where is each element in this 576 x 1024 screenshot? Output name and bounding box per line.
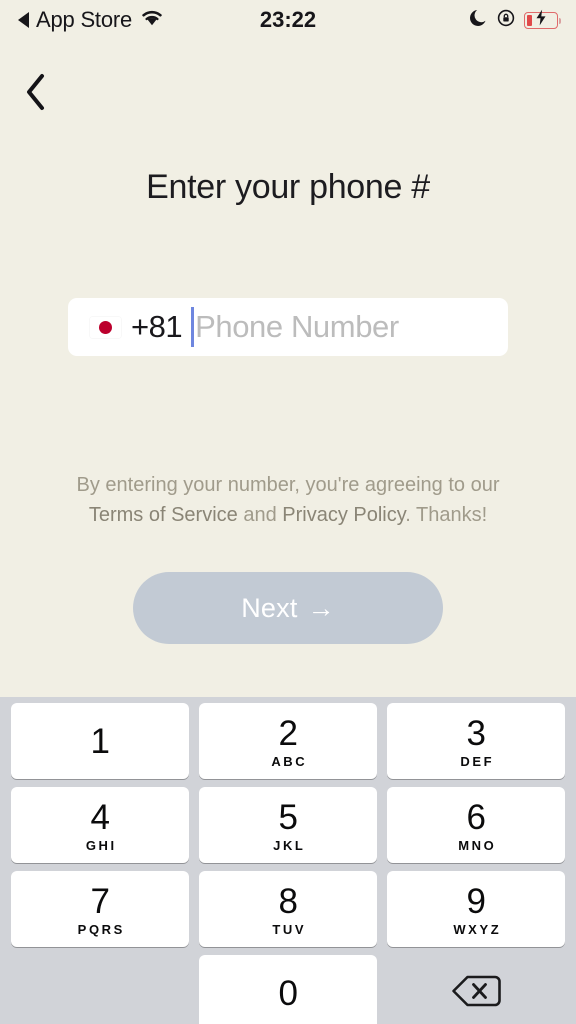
- terms-of-service-link[interactable]: Terms of Service: [89, 504, 238, 526]
- key-digit: 9: [466, 882, 486, 921]
- next-button[interactable]: Next →: [133, 572, 443, 644]
- status-bar-left[interactable]: App Store: [18, 7, 165, 33]
- keypad-key-1[interactable]: 1: [11, 703, 189, 779]
- status-bar: App Store 23:22: [0, 0, 576, 40]
- back-button[interactable]: [8, 68, 64, 120]
- keypad-row: 4 GHI 5 JKL 6 MNO: [6, 787, 570, 863]
- terms-line1: By entering your number, you're agreeing…: [76, 474, 500, 496]
- numeric-keypad: 1 2 ABC 3 DEF 4 GHI 5 JKL 6 MNO 7 PQRS 8…: [0, 697, 576, 1024]
- key-letters: PQRS: [77, 922, 125, 937]
- key-letters: GHI: [85, 838, 117, 853]
- country-dial-code[interactable]: +81: [131, 309, 183, 345]
- key-letters: ABC: [271, 754, 308, 769]
- rotation-lock-icon: [497, 9, 515, 32]
- phone-entry-screen: App Store 23:22 Enter your phone # +81 P…: [0, 0, 576, 1024]
- key-letters: MNO: [458, 838, 497, 853]
- flag-japan-icon: [90, 316, 121, 338]
- keypad-row: 7 PQRS 8 TUV 9 WXYZ: [6, 871, 570, 947]
- battery-charging-low-icon: [524, 9, 561, 29]
- phone-input-placeholder: Phone Number: [195, 309, 399, 344]
- key-digit: 0: [278, 973, 298, 1013]
- keypad-key-2[interactable]: 2 ABC: [199, 703, 377, 779]
- keypad-key-7[interactable]: 7 PQRS: [11, 871, 189, 947]
- wifi-icon: [139, 8, 165, 32]
- terms-suffix: . Thanks!: [405, 504, 488, 526]
- keypad-key-0[interactable]: 0: [199, 955, 377, 1024]
- arrow-right-icon: →: [307, 592, 335, 623]
- key-letters: JKL: [273, 838, 306, 853]
- phone-number-input[interactable]: +81 Phone Number: [68, 298, 508, 356]
- key-digit: 1: [90, 721, 110, 761]
- keypad-key-3[interactable]: 3 DEF: [387, 703, 565, 779]
- next-button-label: Next: [241, 592, 298, 623]
- keypad-key-4[interactable]: 4 GHI: [11, 787, 189, 863]
- status-bar-back-app-label: App Store: [36, 7, 133, 32]
- keypad-row: 1 2 ABC 3 DEF: [6, 703, 570, 779]
- backspace-delete-icon: [449, 971, 503, 1016]
- chevron-left-icon: [23, 72, 49, 117]
- privacy-policy-link[interactable]: Privacy Policy: [282, 504, 405, 526]
- terms-conjunction: and: [237, 504, 283, 526]
- key-digit: 5: [278, 798, 298, 837]
- keypad-key-6[interactable]: 6 MNO: [387, 787, 565, 863]
- keypad-key-9[interactable]: 9 WXYZ: [387, 871, 565, 947]
- key-digit: 6: [466, 798, 486, 837]
- page-title: Enter your phone #: [146, 168, 430, 206]
- key-letters: WXYZ: [453, 922, 502, 937]
- status-bar-right: [470, 8, 561, 32]
- key-digit: 4: [90, 798, 110, 837]
- key-letters: TUV: [272, 922, 307, 937]
- key-letters: DEF: [460, 754, 495, 769]
- keypad-backspace-key[interactable]: [387, 955, 565, 1024]
- text-caret: [191, 307, 195, 347]
- keypad-key-8[interactable]: 8 TUV: [199, 871, 377, 947]
- key-digit: 3: [466, 714, 486, 753]
- keypad-row: 0: [6, 955, 570, 1024]
- terms-disclaimer: By entering your number, you're agreeing…: [0, 470, 576, 530]
- key-digit: 2: [278, 714, 298, 753]
- crescent-moon-icon: [470, 8, 488, 32]
- key-digit: 7: [90, 882, 110, 921]
- key-digit: 8: [278, 882, 298, 921]
- triangle-left-icon: [18, 12, 29, 28]
- keypad-key-5[interactable]: 5 JKL: [199, 787, 377, 863]
